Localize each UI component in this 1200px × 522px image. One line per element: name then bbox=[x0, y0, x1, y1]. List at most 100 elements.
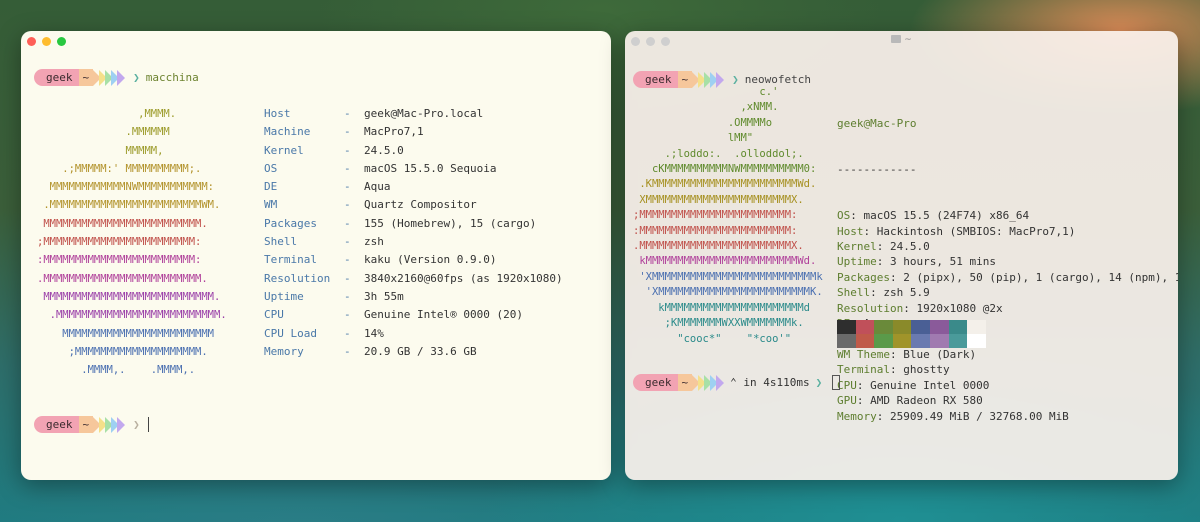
info-value: macOS 15.5.0 Sequoia bbox=[364, 161, 497, 175]
ascii-art-line: 'XMMMMMMMMMMMMMMMMMMMMMMMMK. bbox=[633, 286, 823, 299]
close-button[interactable] bbox=[27, 37, 36, 46]
ascii-art-line: .OMMMMo bbox=[633, 116, 773, 129]
window-controls bbox=[27, 37, 66, 46]
neowofetch-terminal-window[interactable]: ~ geek ~ ❯ neowofetch c.' ,xNMM. .OMMMMo… bbox=[625, 31, 1178, 480]
info-key: WM bbox=[264, 198, 278, 212]
info-key: Memory bbox=[264, 344, 304, 358]
ascii-art-line: .;MMMMM:' MMMMMMMMMM;. bbox=[37, 162, 202, 175]
info-value: 20.9 GB / 33.6 GB bbox=[364, 344, 477, 358]
ascii-art-line: 'XMMMMMMMMMMMMMMMMMMMMMMMMMMk bbox=[633, 270, 823, 283]
color-swatch bbox=[874, 334, 893, 348]
info-value: 14% bbox=[364, 326, 384, 340]
info-row: Shell: zsh 5.9 bbox=[837, 286, 930, 300]
minimize-button[interactable] bbox=[42, 37, 51, 46]
folder-icon bbox=[891, 35, 902, 43]
info-row: Terminal - kaku (Version 0.9.0) bbox=[264, 251, 563, 269]
info-separator: - bbox=[344, 143, 351, 157]
color-swatch bbox=[948, 320, 968, 334]
info-separator: - bbox=[344, 107, 351, 120]
text-cursor[interactable] bbox=[832, 375, 841, 390]
info-row: CPU: Genuine Intel 0000 bbox=[837, 378, 990, 392]
info-row: Resolution: 1920x1080 @2x bbox=[837, 301, 1003, 315]
info-row: Uptime: 3 hours, 51 mins bbox=[837, 255, 996, 269]
info-row: Kernel -24.5.0 bbox=[264, 142, 563, 160]
ascii-art-line: lMM" bbox=[633, 132, 754, 145]
info-value: 155 (Homebrew), 15 (cargo) bbox=[364, 216, 537, 230]
info-row: Memory: 25909.49 MiB / 32768.00 MiB bbox=[837, 409, 1069, 423]
info-value: Genuine Intel 0000 bbox=[870, 378, 990, 392]
info-separator: - bbox=[344, 198, 351, 212]
ascii-art-line: ,xNMM. bbox=[633, 101, 779, 114]
info-key: Shell bbox=[264, 235, 298, 249]
info-value: Quartz Compositor bbox=[364, 198, 477, 212]
prompt-user: geek bbox=[645, 376, 672, 389]
powerline-chevron-icon bbox=[117, 69, 126, 86]
info-value: 1920x1080 @2x bbox=[916, 301, 1003, 315]
info-key: Uptime bbox=[837, 255, 877, 269]
color-swatch bbox=[837, 334, 856, 348]
prompt-path-segment: ~ bbox=[78, 69, 94, 86]
ascii-art-line: .MMMMMMMMMMMMMMMMMMMMMMMMWM. bbox=[37, 199, 221, 212]
info-value: 3 hours, 51 mins bbox=[890, 255, 996, 269]
info-row: Host: Hackintosh (SMBIOS: MacPro7,1) bbox=[837, 224, 1076, 238]
info-separator: - bbox=[344, 344, 351, 358]
macchina-terminal-window[interactable]: geek ~ ❯ macchina ,MMMM. .MMMMMM MMMMM, … bbox=[21, 31, 611, 480]
color-swatch bbox=[874, 320, 893, 334]
info-key: Resolution bbox=[264, 271, 331, 285]
title-bar[interactable] bbox=[21, 31, 611, 51]
prompt-user-segment: geek bbox=[34, 416, 79, 433]
info-separator: - bbox=[344, 326, 351, 340]
info-value: zsh bbox=[364, 235, 384, 249]
color-swatch bbox=[967, 320, 986, 334]
info-row: Packages: 2 (pipx), 50 (pip), 1 (cargo),… bbox=[837, 270, 1178, 285]
shell-prompt: geek ~ ❯ bbox=[34, 416, 149, 433]
info-value: ghostty bbox=[903, 363, 950, 377]
prompt-symbol: ❯ bbox=[815, 376, 823, 389]
info-key: CPU Load bbox=[264, 326, 317, 340]
shell-prompt: geek ~ ⌃ in 4s110ms ❯ bbox=[633, 374, 841, 391]
info-value: zsh 5.9 bbox=[883, 286, 930, 300]
info-row: Terminal: ghostty bbox=[837, 363, 950, 377]
info-value: AMD Radeon RX 580 bbox=[870, 394, 983, 408]
color-swatch bbox=[948, 334, 968, 348]
text-cursor[interactable] bbox=[147, 417, 149, 432]
color-swatch bbox=[855, 334, 875, 348]
info-row: Resolution -3840x2160@60fps (as 1920x1080… bbox=[264, 270, 563, 288]
color-swatch bbox=[929, 334, 949, 348]
info-key: Machine bbox=[264, 125, 311, 139]
info-value: Genuine Intel® 0000 (20) bbox=[364, 308, 523, 322]
info-row: WM - Quartz Compositor bbox=[264, 196, 563, 214]
info-row: CPU - Genuine Intel® 0000 (20) bbox=[264, 306, 563, 324]
info-value: 3840x2160@60fps (as 1920x1080) bbox=[364, 271, 563, 285]
user-host-header: geek@Mac-Pro bbox=[837, 116, 917, 130]
info-row: Memory -20.9 GB / 33.6 GB bbox=[264, 343, 563, 361]
info-row: WM Theme: Blue (Dark) bbox=[837, 347, 977, 361]
info-separator: - bbox=[344, 289, 351, 303]
title-bar[interactable]: ~ bbox=[625, 31, 1178, 51]
info-key: Resolution bbox=[837, 301, 904, 315]
info-value: macOS 15.5 (24F74) x86_64 bbox=[863, 209, 1030, 223]
info-value: 2 (pipx), 50 (pip), 1 (cargo), 14 (npm),… bbox=[903, 270, 1178, 284]
ascii-art-line: ;KMMMMMMMWXXWMMMMMMMk. bbox=[633, 317, 804, 330]
prompt-user: geek bbox=[46, 71, 73, 84]
info-separator: - bbox=[344, 180, 351, 194]
ascii-art-line: ;MMMMMMMMMMMMMMMMMMMMMMMM: bbox=[633, 209, 798, 222]
ascii-art-line: ;MMMMMMMMMMMMMMMMMMMMMMMM: bbox=[37, 236, 202, 249]
info-key: WM Theme bbox=[837, 347, 890, 361]
zoom-button[interactable] bbox=[57, 37, 66, 46]
info-separator: - bbox=[344, 161, 351, 175]
ascii-art-line: cKMMMMMMMMMMNWMMMMMMMMMM0: bbox=[633, 163, 817, 176]
info-key: Memory bbox=[837, 409, 877, 423]
info-row: Host - geek@Mac-Pro.local bbox=[264, 105, 563, 123]
window-title-text: ~ bbox=[904, 35, 912, 45]
info-key: Terminal bbox=[837, 363, 890, 377]
info-row: GPU: AMD Radeon RX 580 bbox=[837, 394, 983, 408]
info-row: Machine - MacPro7,1 bbox=[264, 123, 563, 141]
prompt-symbol: ❯ bbox=[133, 418, 140, 431]
double-chevron-up-icon: ⌃ bbox=[730, 376, 737, 389]
prompt-user-segment: geek bbox=[633, 374, 678, 391]
prompt-user: geek bbox=[46, 418, 73, 431]
info-key: Host bbox=[837, 224, 864, 238]
info-key: Packages bbox=[837, 270, 890, 284]
ascii-art-line: XMMMMMMMMMMMMMMMMMMMMMMMX. bbox=[633, 193, 804, 206]
